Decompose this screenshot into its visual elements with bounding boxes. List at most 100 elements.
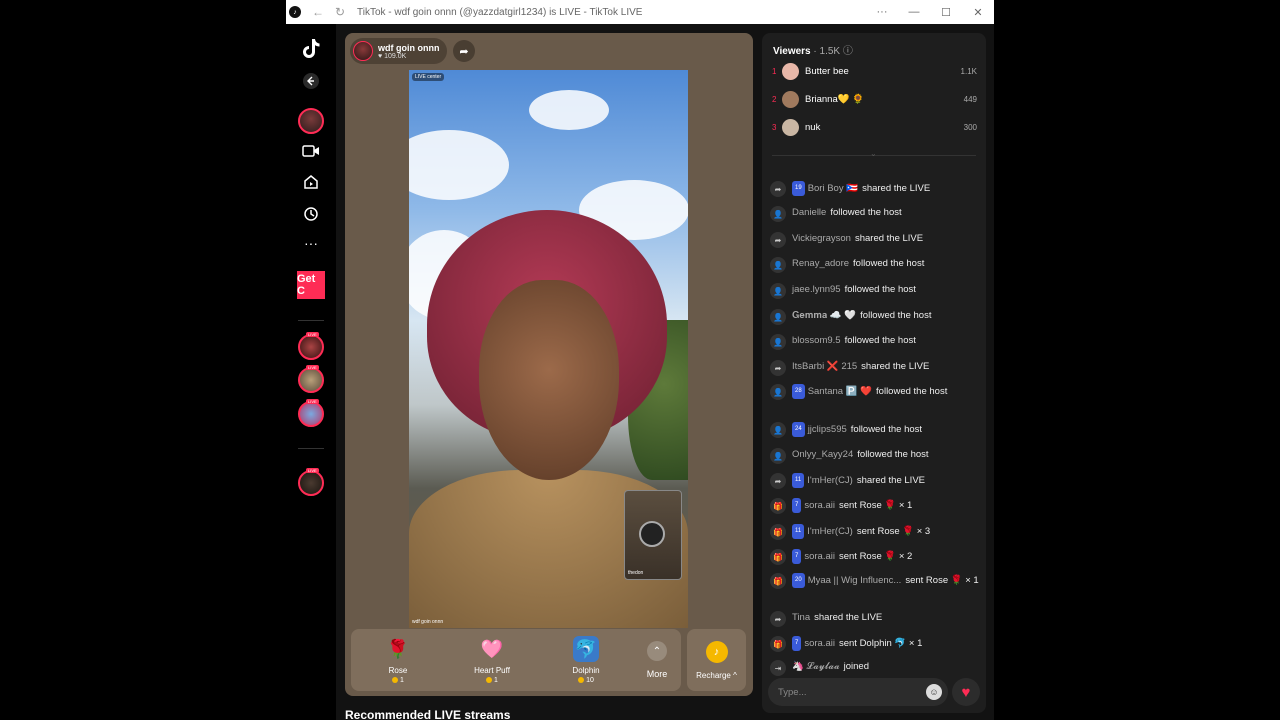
event-action: sent Rose 🌹 × 1 (838, 500, 913, 512)
like-heart-button[interactable]: ♥ (952, 678, 980, 706)
chat-event-row: 👤 blossom9.5 followed the host (770, 334, 982, 350)
share-icon: ➦ (770, 360, 786, 376)
recharge-button[interactable]: ♪ Recharge ^ (687, 629, 746, 691)
cloud (529, 90, 609, 130)
event-username[interactable]: Renay_adore (792, 258, 849, 269)
gift-icon: 🎁 (770, 549, 786, 565)
sidebar-divider-2 (298, 448, 324, 449)
gift-list: 🌹 Rose 1 🩷 Heart Puff 1 🐬 Dolphin 10 ⌃ M… (351, 629, 681, 691)
live-friend-avatar-3[interactable]: LIVE (298, 399, 324, 427)
chat-event-row: 👤 Danielle followed the host (770, 206, 982, 222)
collapse-arrow-icon[interactable] (298, 68, 324, 94)
event-username[interactable]: I'mHer(CJ) (807, 475, 853, 486)
event-username[interactable]: 𝐆𝐞𝐦𝐦𝐚 ☁️ 🤍 (792, 310, 856, 321)
info-icon[interactable]: ⓘ (843, 46, 853, 57)
chat-event-row: 👤 jaee.lynn95 followed the host (770, 283, 982, 299)
cloud (409, 130, 509, 200)
event-username[interactable]: jaee.lynn95 (792, 284, 841, 295)
chat-event-row: 👤 Renay_adore followed the host (770, 257, 982, 273)
event-username[interactable]: Tina (792, 612, 810, 623)
level-badge: 28 (792, 384, 805, 399)
event-username[interactable]: Danielle (792, 207, 826, 218)
guest-tile[interactable]: thedon (624, 490, 682, 580)
event-username[interactable]: blossom9.5 (792, 335, 841, 346)
close-button[interactable]: ✕ (962, 6, 994, 19)
gift-icon: 🎁 (770, 524, 786, 540)
host-avatar[interactable] (353, 41, 373, 61)
maximize-button[interactable]: ☐ (930, 6, 962, 19)
tiktok-coin-icon: ♪ (705, 640, 728, 663)
event-text: 𝐆𝐞𝐦𝐦𝐚 ☁️ 🤍 followed the host (792, 309, 931, 322)
browser-window: ♪ ← ↻ TikTok - wdf goin onnn (@yazzdatgi… (286, 0, 994, 720)
event-action: joined (843, 661, 869, 672)
host-likes: ♥ 109.0K (378, 52, 407, 60)
history-icon[interactable] (298, 201, 324, 227)
gift-dolphin[interactable]: 🐬 Dolphin 10 (539, 636, 633, 684)
emoji-icon[interactable]: ☺ (926, 684, 942, 700)
event-action: sent Rose 🌹 × 1 (905, 575, 979, 587)
window-title: TikTok - wdf goin onnn (@yazzdatgirl1234… (357, 6, 643, 18)
event-action: sent Dolphin 🐬 × 1 (838, 638, 923, 650)
follow-icon: 👤 (770, 283, 786, 299)
event-text: 28 Santana 🅿️ ❤️ followed the host (792, 384, 947, 399)
chevron-up-icon: ⌃ (647, 641, 667, 661)
minimize-button[interactable]: — (898, 6, 930, 18)
face (479, 280, 619, 480)
chat-event-row: 👤 28 Santana 🅿️ ❤️ followed the host (770, 384, 982, 400)
event-username[interactable]: Myaa || Wig Influenc... (808, 575, 902, 586)
level-badge: 11 (792, 473, 805, 488)
event-username[interactable]: ItsBarbi ❌ 215 (792, 361, 857, 372)
chevron-down-icon[interactable]: ⌄ (870, 149, 877, 158)
live-video[interactable]: LIVE center wdf goin onnn thedon (409, 70, 688, 628)
gift-bar: 🌹 Rose 1 🩷 Heart Puff 1 🐬 Dolphin 10 ⌃ M… (351, 629, 746, 691)
top-viewer-row[interactable]: 1 Butter bee 1.1K (772, 61, 977, 81)
chat-event-row: 👤 Onlyy_Kayy24 followed the host (770, 448, 982, 464)
chat-input[interactable] (778, 686, 926, 698)
menu-dots-icon[interactable]: ··· (866, 6, 898, 18)
dolphin-icon: 🐬 (573, 636, 599, 662)
event-action: shared the LIVE (856, 475, 925, 487)
viewers-header[interactable]: Viewers · 1.5K ⓘ (773, 42, 853, 57)
live-friend-avatar-2[interactable]: LIVE (298, 365, 324, 393)
event-username[interactable]: 🦄 𝓛𝓪𝔂𝓵𝓪𝓪 (792, 661, 840, 672)
live-friend-avatar-1[interactable]: LIVE (298, 332, 324, 360)
video-camera-icon[interactable] (298, 138, 324, 164)
guest-name: thedon (628, 570, 644, 576)
event-username[interactable]: Santana 🅿️ ❤️ (808, 386, 872, 397)
event-username[interactable]: I'mHer(CJ) (807, 526, 853, 537)
chat-event-row: 👤 24 jjclips595 followed the host (770, 422, 982, 438)
share-icon[interactable]: ➦ (453, 40, 475, 62)
event-text: 20 Myaa || Wig Influenc... sent Rose 🌹 × 1 (792, 573, 979, 588)
chat-event-row: 🎁 7 sora.aii sent Rose 🌹 × 2 (770, 549, 982, 565)
top-viewer-row[interactable]: 2 Brianna💛 🌻 449 (772, 89, 977, 109)
event-text: 7 sora.aii sent Rose 🌹 × 2 (792, 549, 912, 564)
event-username[interactable]: sora.aii (804, 638, 835, 649)
more-gifts-button[interactable]: ⌃ More (633, 641, 681, 679)
chat-input-box[interactable]: ☺ (768, 678, 948, 706)
reload-icon[interactable]: ↻ (329, 5, 351, 19)
event-username[interactable]: Onlyy_Kayy24 (792, 449, 853, 460)
top-viewer-row[interactable]: 3 nuk 300 (772, 117, 977, 137)
gift-heart-puff[interactable]: 🩷 Heart Puff 1 (445, 636, 539, 685)
profile-avatar[interactable] (298, 108, 324, 134)
chat-panel: Viewers · 1.5K ⓘ 1 Butter bee 1.1K 2 Bri… (762, 33, 986, 713)
home-play-icon[interactable] (298, 169, 324, 195)
level-badge: 7 (792, 636, 802, 651)
event-action: sent Rose 🌹 × 2 (838, 551, 913, 563)
event-username[interactable]: sora.aii (804, 500, 835, 511)
live-friend-avatar-4[interactable]: LIVE (298, 468, 324, 496)
get-coins-button[interactable]: Get C (297, 271, 325, 299)
back-arrow-icon[interactable]: ← (307, 5, 329, 19)
heart-puff-icon: 🩷 (480, 638, 504, 659)
tiktok-logo-icon[interactable] (298, 36, 324, 62)
gift-rose[interactable]: 🌹 Rose 1 (351, 636, 445, 685)
more-dots-icon[interactable]: ··· (298, 230, 324, 256)
event-username[interactable]: jjclips595 (808, 424, 847, 435)
event-username[interactable]: Bori Boy 🇵🇷 (808, 183, 858, 194)
event-username[interactable]: Vickiegrayson (792, 233, 851, 244)
coin-icon (578, 677, 585, 684)
viewer-avatar (782, 90, 799, 108)
host-chip[interactable]: wdf goin onnn ♥ 109.0K (350, 38, 448, 64)
chat-event-row: 🎁 20 Myaa || Wig Influenc... sent Rose 🌹 × … (770, 573, 982, 589)
event-username[interactable]: sora.aii (804, 551, 835, 562)
